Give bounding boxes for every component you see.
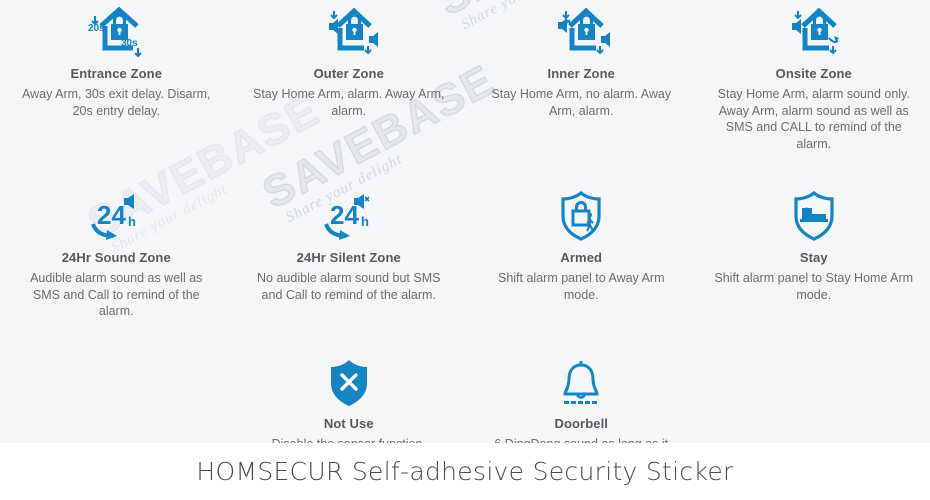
legend-row-3: Not Use Disable the sensor function. <box>0 320 930 444</box>
svg-text:30s: 30s <box>121 38 138 49</box>
legend-item-title: Onsite Zone <box>775 66 852 81</box>
legend-item-not-use: Not Use Disable the sensor function. <box>233 346 466 444</box>
legend-item-description: Shift alarm panel to Stay Home Arm mode. <box>714 271 914 302</box>
legend-item-title: Outer Zone <box>313 66 384 81</box>
legend-item-title: Doorbell <box>554 415 609 431</box>
legend-item-description: Audible alarm sound as well as SMS and C… <box>30 271 203 318</box>
shield-lock-person-icon <box>477 180 686 242</box>
house-lock-sound-icon <box>245 2 454 58</box>
24h-speaker-arrow-icon: 24 h <box>12 180 221 242</box>
legend-item-title: Entrance Zone <box>70 66 163 81</box>
legend-item-title: Inner Zone <box>547 66 615 81</box>
legend-item-description: 6 DingDong sound as long as it triggers. <box>477 436 686 444</box>
legend-item-title: 24Hr Sound Zone <box>61 250 171 265</box>
icon-hours-label: 24 <box>97 200 126 230</box>
footer: HOMSECUR Self-adhesive Security Sticker <box>0 443 930 500</box>
legend-grid: 20s 30s Entrance Zone Away Arm, 30s exit… <box>0 0 930 443</box>
legend-item-description: No audible alarm sound but SMS and Call … <box>257 271 441 302</box>
product-title: HOMSECUR Self-adhesive Security Sticker <box>196 457 734 486</box>
legend-item-armed: Armed Shift alarm panel to Away Arm mode… <box>465 180 698 320</box>
house-lock-mute-sound-icon <box>477 2 686 58</box>
legend-item-outer-zone: Outer Zone Stay Home Arm, alarm. Away Ar… <box>233 2 466 152</box>
legend-item-doorbell: Doorbell 6 DingDong sound as long as it … <box>465 346 698 444</box>
icon-unit-label: h <box>128 214 136 229</box>
legend-item-title: Stay <box>799 250 828 265</box>
legend-item-description: Stay Home Arm, alarm sound only. Away Ar… <box>717 87 910 151</box>
legend-item-description: Stay Home Arm, alarm. Away Arm, alarm. <box>253 87 445 118</box>
shield-cross-filled-icon <box>245 346 454 408</box>
legend-item-description: Disable the sensor function. <box>245 436 454 444</box>
house-lock-delay-icon: 20s 30s <box>12 2 221 58</box>
svg-text:20s: 20s <box>88 23 105 34</box>
house-lock-onsite-icon <box>710 2 919 58</box>
24h-speaker-mute-arrow-icon: 24 h <box>245 180 454 242</box>
legend-item-title: 24Hr Silent Zone <box>296 250 401 265</box>
legend-item-24hr-sound-zone: 24 h 24Hr Sound Zone Audible alarm sound… <box>0 180 233 320</box>
legend-item-onsite-zone: Onsite Zone Stay Home Arm, alarm sound o… <box>698 2 930 152</box>
legend-item-description: Shift alarm panel to Away Arm mode. <box>497 271 665 302</box>
legend-item-title: Armed <box>560 250 603 265</box>
sticker-legend-panel: SAVEBASE Share your delight SAVEBASE Sha… <box>0 0 930 443</box>
legend-row-2: 24 h 24Hr Sound Zone Audible alarm sound… <box>0 152 930 320</box>
doorbell-bell-icon <box>477 346 686 408</box>
legend-item-description: Stay Home Arm, no alarm. Away Arm, alarm… <box>491 87 672 118</box>
legend-item-title: Not Use <box>323 415 374 431</box>
legend-item-stay: Stay Shift alarm panel to Stay Home Arm … <box>698 180 930 320</box>
icon-unit-label: h <box>361 214 369 229</box>
legend-item-24hr-silent-zone: 24 h 24Hr Silent Zone No audible alarm s… <box>233 180 466 320</box>
legend-item-entrance-zone: 20s 30s Entrance Zone Away Arm, 30s exit… <box>0 2 233 152</box>
legend-row-1: 20s 30s Entrance Zone Away Arm, 30s exit… <box>0 0 930 152</box>
legend-item-description: Away Arm, 30s exit delay. Disarm, 20s en… <box>22 87 211 118</box>
shield-bed-icon <box>710 180 919 242</box>
legend-item-inner-zone: Inner Zone Stay Home Arm, no alarm. Away… <box>465 2 698 152</box>
